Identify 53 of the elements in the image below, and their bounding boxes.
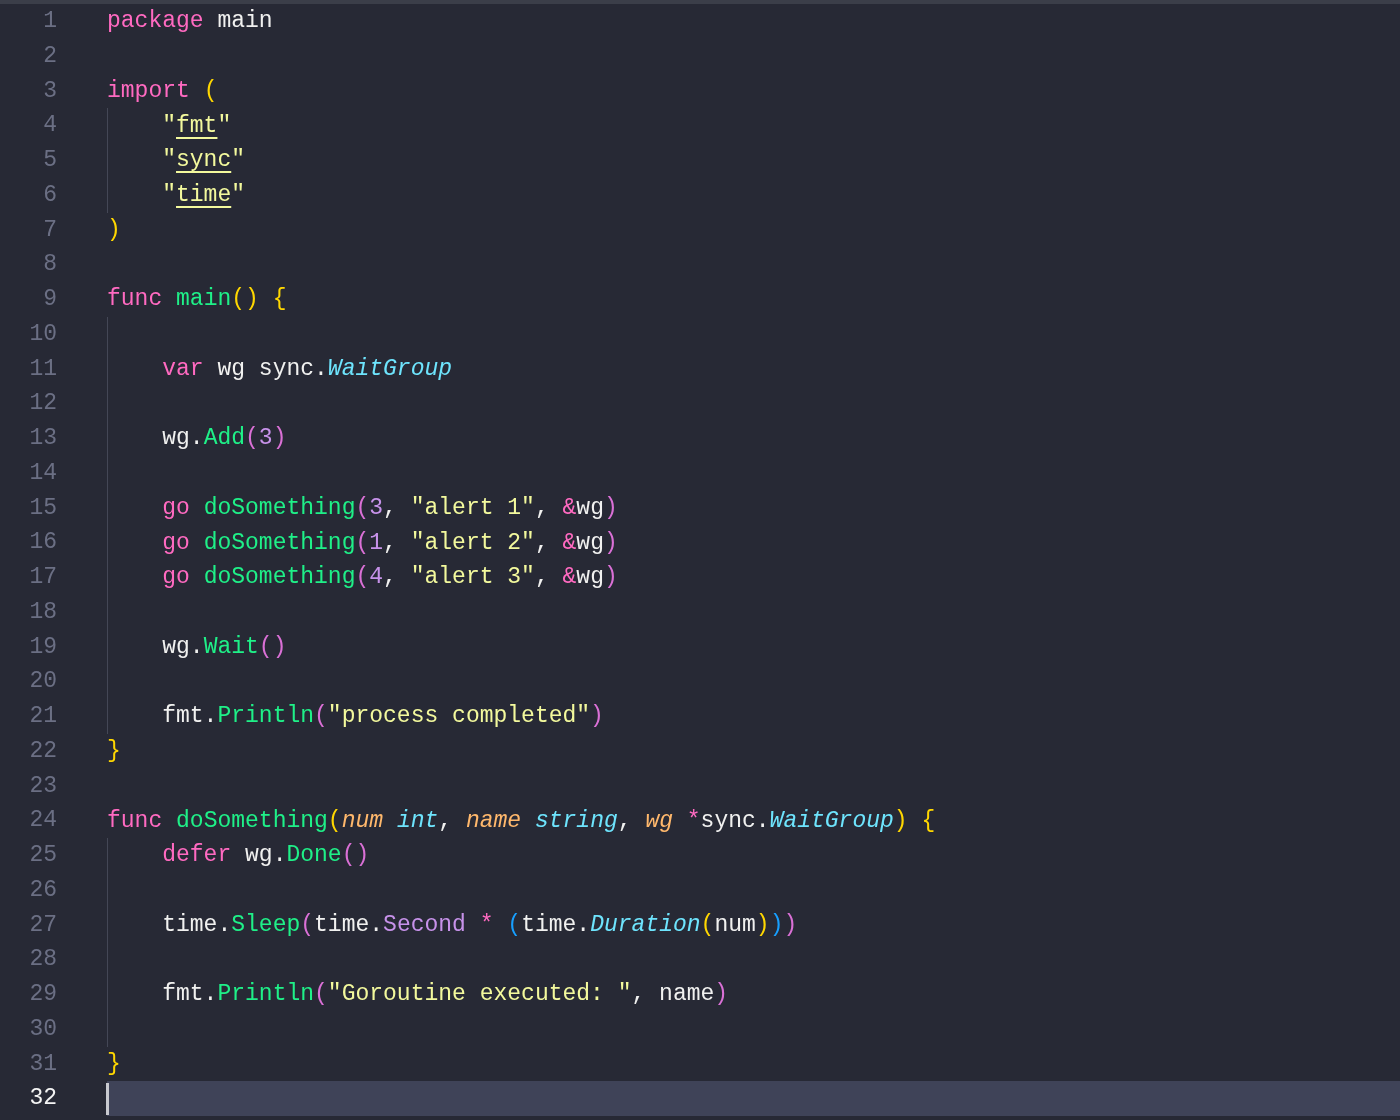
line-number: 11 [28, 354, 57, 384]
line-number: 16 [28, 528, 57, 558]
line-number: 14 [28, 458, 57, 488]
line-number: 2 [42, 41, 57, 71]
code-line: "sync" [161, 146, 246, 176]
line-number: 15 [28, 493, 57, 523]
line-number: 3 [42, 76, 57, 106]
code-line: "time" [161, 181, 246, 211]
line-number: 22 [28, 736, 57, 766]
text-cursor [106, 1082, 109, 1115]
code-line: defer wg.Done() [161, 841, 370, 871]
line-number: 7 [42, 215, 57, 245]
line-number: 28 [28, 945, 57, 975]
code-line: fmt.Println("Goroutine executed: ", name) [161, 980, 729, 1010]
line-number: 4 [42, 111, 57, 141]
line-number: 18 [28, 597, 57, 627]
line-number: 29 [28, 980, 57, 1009]
code-line: func main() { [107, 285, 287, 315]
code-line: } [107, 737, 121, 767]
line-number: 12 [28, 389, 57, 419]
code-line: wg.Wait() [161, 632, 287, 662]
code-line: go doSomething(3, "alert 1", &wg) [161, 493, 618, 523]
code-line: func doSomething(num int, name string, wg *sync.WaitGroup) { [107, 806, 936, 836]
line-number: 10 [28, 319, 57, 349]
line-number: 21 [28, 702, 57, 731]
line-number: 32 [28, 1084, 57, 1114]
line-number: 17 [28, 563, 57, 592]
line-number: 27 [28, 910, 57, 940]
line-number: 8 [42, 250, 57, 280]
code-line: wg.Add(3) [161, 424, 287, 454]
line-number: 6 [42, 180, 57, 210]
code-line: "fmt" [161, 111, 232, 141]
line-number: 30 [28, 1014, 57, 1044]
line-number: 19 [28, 632, 57, 662]
line-number: 13 [28, 424, 57, 453]
code-line: import ( [107, 76, 218, 106]
line-number: 25 [28, 841, 57, 870]
line-number: 31 [28, 1049, 57, 1079]
line-number: 9 [42, 285, 57, 314]
line-number: 26 [28, 875, 57, 905]
code-line: } [107, 1049, 121, 1079]
line-number: 5 [42, 146, 57, 175]
code-line: package main [107, 7, 273, 37]
line-number: 20 [28, 667, 57, 697]
code-line: time.Sleep(time.Second * (time.Duration(num))) [161, 910, 798, 940]
code-line: var wg sync.WaitGroup [161, 354, 453, 384]
code-line: ) [107, 215, 121, 245]
line-number: 23 [28, 771, 57, 801]
code-line: go doSomething(1, "alert 2", &wg) [161, 528, 618, 558]
code-line: fmt.Println("process completed") [161, 702, 604, 732]
line-number: 1 [42, 7, 57, 36]
code-line: go doSomething(4, "alert 3", &wg) [161, 563, 618, 593]
line-number: 24 [28, 806, 57, 836]
